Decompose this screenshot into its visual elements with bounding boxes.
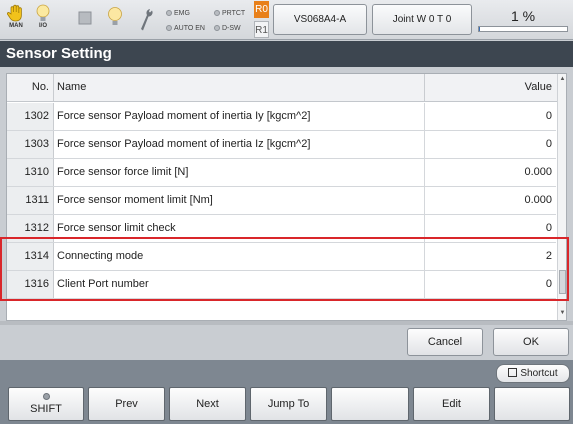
table-row[interactable]: 1310 Force sensor force limit [N] 0.000: [7, 159, 556, 187]
shift-led-icon: [43, 393, 50, 400]
cancel-button[interactable]: Cancel: [407, 328, 483, 356]
io-lamp-icon: [36, 4, 50, 21]
manual-mode-button[interactable]: MAN: [4, 3, 28, 30]
jump-to-key[interactable]: Jump To: [250, 387, 327, 421]
row-number: 1311: [7, 187, 54, 214]
emg-led: [166, 10, 172, 17]
emg-indicator: EMG: [166, 9, 190, 18]
status-bar: MAN I/O EMG AUTO EN PRTCT D-SW R0 R1 VS0…: [0, 0, 573, 40]
column-no[interactable]: No.: [7, 74, 54, 101]
column-name[interactable]: Name: [57, 74, 417, 101]
dsw-indicator: D-SW: [214, 24, 241, 33]
io-button[interactable]: I/O: [32, 3, 54, 30]
stop-square-icon: [78, 11, 92, 25]
row-name: Force sensor force limit [N]: [57, 166, 189, 178]
table-row[interactable]: 1311 Force sensor moment limit [Nm] 0.00…: [7, 187, 556, 215]
shortcut-label: Shortcut: [520, 368, 558, 379]
row-number: 1302: [7, 103, 54, 130]
speed-progress-fill: [479, 27, 480, 31]
prtct-led: [214, 10, 220, 17]
scroll-down-icon[interactable]: ▼: [558, 310, 566, 316]
row-value[interactable]: 0.000: [424, 187, 554, 214]
shortcut-button[interactable]: Shortcut: [496, 364, 570, 383]
joint-mode-button[interactable]: Joint W 0 T 0: [372, 4, 472, 35]
auto-en-indicator: AUTO EN: [166, 24, 205, 33]
wrench-icon: [141, 9, 153, 31]
speed-label: 1 %: [510, 8, 536, 24]
hand-icon: [6, 4, 22, 22]
shift-label: SHIFT: [30, 403, 62, 415]
table-row[interactable]: 1303 Force sensor Payload moment of iner…: [7, 131, 556, 159]
prev-key[interactable]: Prev: [88, 387, 165, 421]
edit-key[interactable]: Edit: [413, 387, 490, 421]
row-value[interactable]: 0: [424, 103, 554, 130]
row-name: Force sensor Payload moment of inertia I…: [57, 110, 311, 122]
row-number: 1303: [7, 131, 54, 158]
speed-progress-bar: [478, 26, 568, 32]
r0-badge: R0: [254, 1, 269, 18]
auto-en-led: [166, 25, 172, 32]
row-name: Force sensor Payload moment of inertia I…: [57, 138, 311, 150]
lamp-icon: [108, 7, 122, 25]
next-key[interactable]: Next: [169, 387, 246, 421]
table-row[interactable]: 1302 Force sensor Payload moment of iner…: [7, 103, 556, 131]
r1-badge: R1: [254, 21, 269, 38]
highlight-box: [0, 237, 569, 301]
maintenance-button[interactable]: [136, 8, 156, 32]
page-title: Sensor Setting: [0, 41, 573, 67]
ok-button[interactable]: OK: [493, 328, 569, 356]
prtct-indicator: PRTCT: [214, 9, 245, 18]
row-number: 1310: [7, 159, 54, 186]
stop-button[interactable]: [76, 11, 94, 25]
row-name: Force sensor moment limit [Nm]: [57, 194, 213, 206]
dsw-led: [214, 25, 220, 32]
row-value[interactable]: 0.000: [424, 159, 554, 186]
manual-mode-caption: MAN: [9, 23, 23, 29]
function-key-7[interactable]: [494, 387, 570, 421]
row-value[interactable]: 0: [424, 131, 554, 158]
column-value[interactable]: Value: [424, 74, 554, 101]
io-caption: I/O: [38, 23, 47, 29]
lamp-button[interactable]: [104, 6, 126, 28]
scroll-up-icon[interactable]: ▲: [558, 76, 566, 82]
separator: [0, 321, 573, 325]
table-header: No. Name Value: [7, 74, 566, 102]
robot-model-button[interactable]: VS068A4-A: [273, 4, 367, 35]
shortcut-icon: [508, 367, 518, 377]
function-key-5[interactable]: [331, 387, 409, 421]
shift-key[interactable]: SHIFT: [8, 387, 84, 421]
